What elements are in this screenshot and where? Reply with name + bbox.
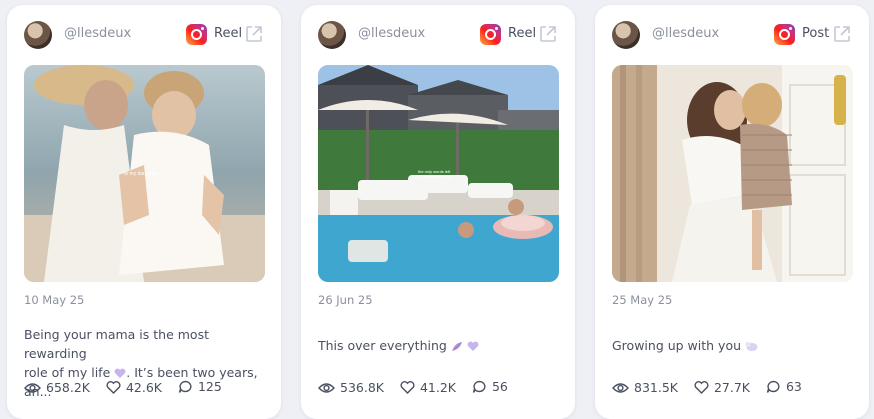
views-stat: 658.2K <box>24 380 90 395</box>
caption-line-2: role of my life <box>24 365 111 380</box>
heart-icon <box>694 380 709 394</box>
post-date: 26 Jun 25 <box>318 293 373 307</box>
heart-icon <box>106 380 121 394</box>
eye-icon <box>612 382 629 393</box>
post-card[interactable]: @llesdeux Reel to my daughter 10 May 25 … <box>7 5 281 419</box>
comments-count: 125 <box>197 379 222 394</box>
username[interactable]: @llesdeux <box>652 26 719 41</box>
post-thumbnail[interactable] <box>612 65 853 282</box>
comment-icon <box>472 380 486 393</box>
avatar[interactable] <box>318 21 346 49</box>
avatar[interactable] <box>24 21 52 49</box>
post-date: 25 May 25 <box>612 293 673 307</box>
baby-bottle-icon <box>745 342 758 351</box>
likes-count: 42.6K <box>125 379 162 395</box>
purple-heart-shell-icon <box>467 341 479 351</box>
post-thumbnail[interactable]: the only words left I'll ever care about <box>318 65 559 282</box>
views-count: 831.5K <box>634 380 678 395</box>
eye-icon <box>318 382 335 393</box>
caption-text: Growing up with you <box>612 338 742 353</box>
views-stat: 831.5K <box>612 380 678 395</box>
post-card[interactable]: @llesdeux Reel the only words left I'll … <box>301 5 575 419</box>
likes-stat: 41.2K <box>400 380 456 395</box>
post-stats: 658.2K 42.6K 125 <box>24 379 234 399</box>
post-type-label: Reel <box>508 26 537 41</box>
likes-stat: 42.6K <box>106 380 162 395</box>
likes-count: 41.2K <box>419 379 456 395</box>
post-caption: This over everything <box>318 336 562 355</box>
heart-icon <box>400 380 415 394</box>
external-link-icon[interactable] <box>832 24 852 44</box>
caption-text: This over everything <box>318 338 447 353</box>
comments-count: 56 <box>491 379 508 394</box>
likes-count: 27.7K <box>713 379 750 395</box>
views-count: 658.2K <box>46 380 90 395</box>
comments-stat: 125 <box>178 379 222 394</box>
card-header: @llesdeux Post <box>612 19 852 51</box>
overlay-text-line-2: I'll ever care about <box>419 174 452 179</box>
external-link-icon[interactable] <box>538 24 558 44</box>
avatar[interactable] <box>612 21 640 49</box>
username[interactable]: @llesdeux <box>64 26 131 41</box>
post-card[interactable]: @llesdeux Post 25 May 25 Growing up with… <box>595 5 869 419</box>
instagram-icon <box>774 24 795 45</box>
post-type-label: Post <box>802 26 830 41</box>
post-date: 10 May 25 <box>24 293 85 307</box>
post-type-label: Reel <box>214 26 243 41</box>
external-link-icon[interactable] <box>244 24 264 44</box>
comments-stat: 63 <box>766 379 802 394</box>
purple-heart-shell-icon <box>114 368 126 378</box>
comment-icon <box>178 380 192 393</box>
views-stat: 536.8K <box>318 380 384 395</box>
comments-count: 63 <box>785 379 802 394</box>
purple-feather-icon <box>451 342 462 351</box>
instagram-icon <box>480 24 501 45</box>
username[interactable]: @llesdeux <box>358 26 425 41</box>
post-stats: 536.8K 41.2K 56 <box>318 379 520 399</box>
card-header: @llesdeux Reel <box>318 19 558 51</box>
card-header: @llesdeux Reel <box>24 19 264 51</box>
views-count: 536.8K <box>340 380 384 395</box>
caption-line-1: Being your mama is the most rewarding <box>24 327 209 361</box>
instagram-icon <box>186 24 207 45</box>
overlay-text: to my daughter <box>124 171 158 177</box>
comment-icon <box>766 380 780 393</box>
comments-stat: 56 <box>472 379 508 394</box>
post-stats: 831.5K 27.7K 63 <box>612 379 814 399</box>
eye-icon <box>24 382 41 393</box>
post-caption: Growing up with you <box>612 336 856 355</box>
post-thumbnail[interactable]: to my daughter <box>24 65 265 282</box>
likes-stat: 27.7K <box>694 380 750 395</box>
